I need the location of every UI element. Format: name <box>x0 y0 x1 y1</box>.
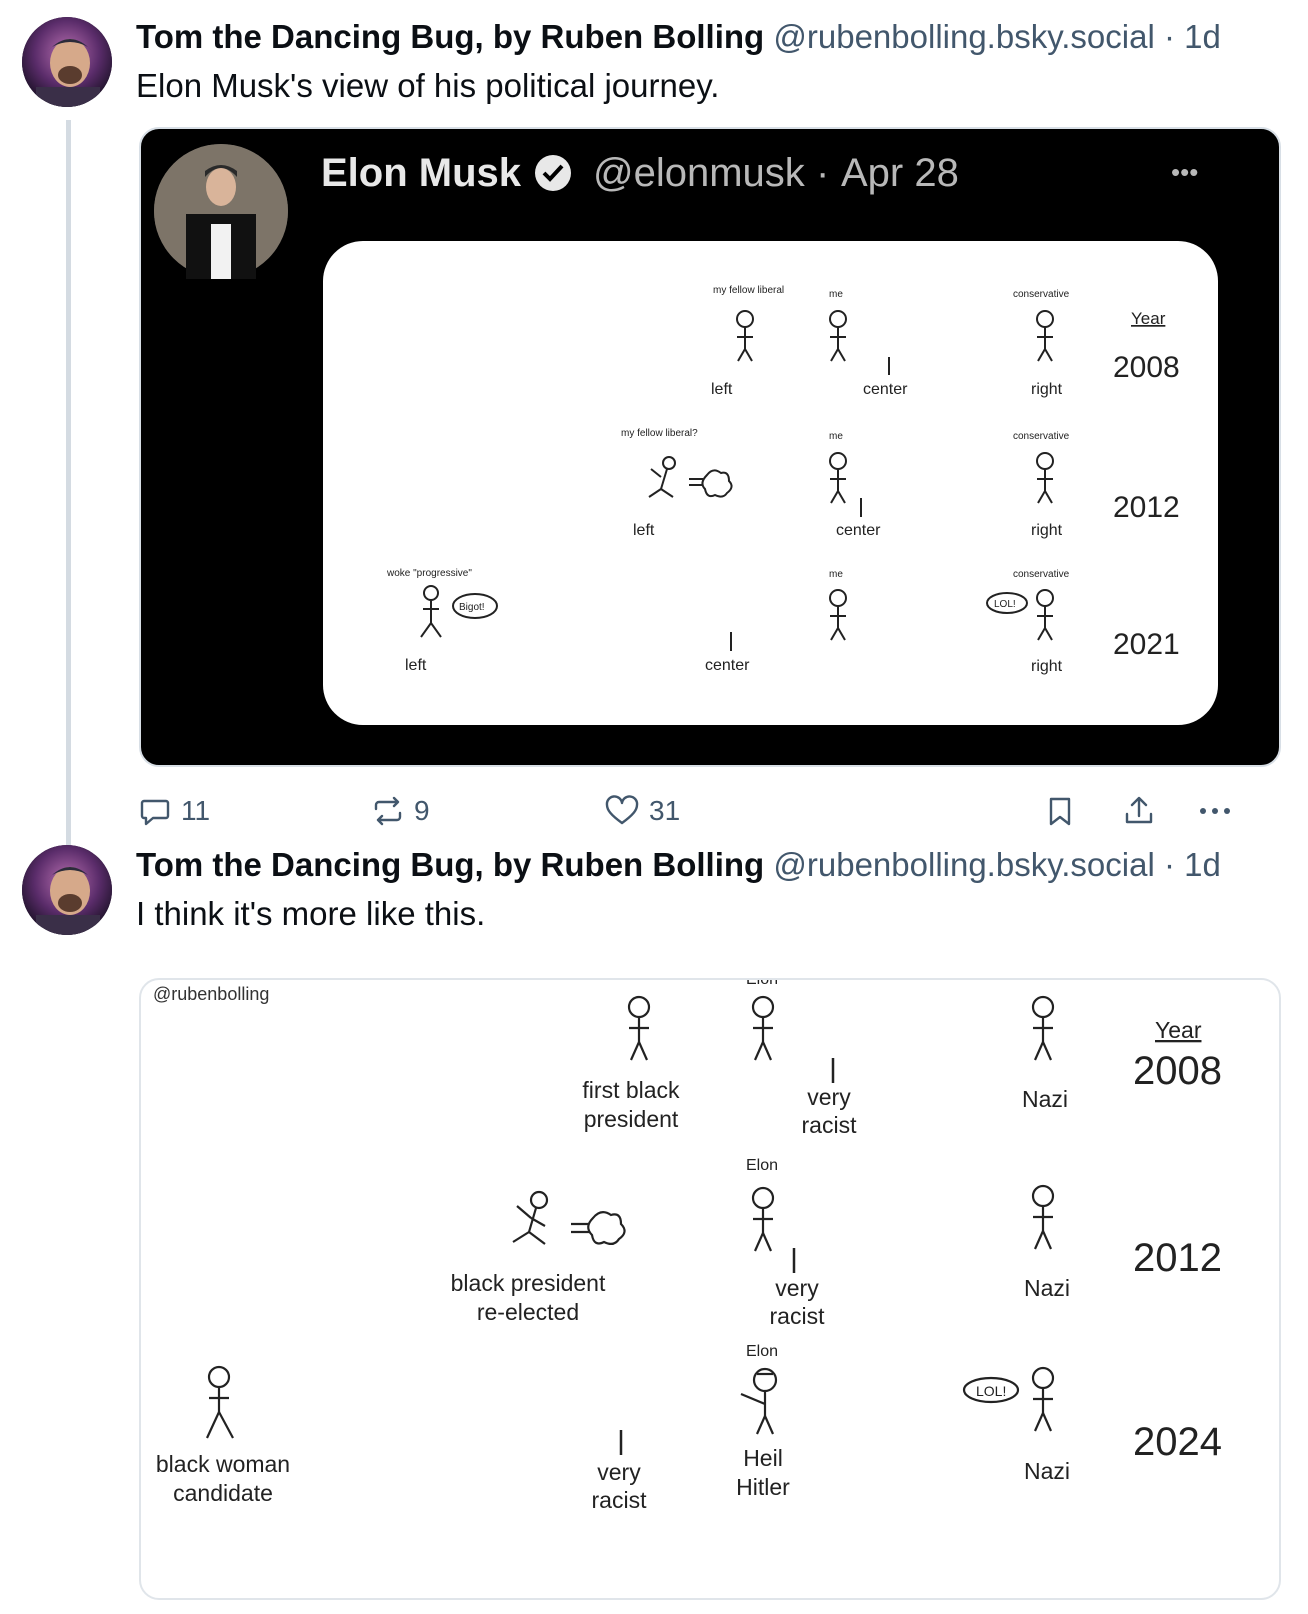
label-elon: Elon <box>746 1157 778 1174</box>
comic-image: @rubenbolling Year Elon first black pres… <box>153 980 1222 1513</box>
label-mid-line2: racist <box>592 1487 648 1513</box>
bubble-right: LOL! <box>994 599 1016 610</box>
avatar-image <box>22 845 112 935</box>
label-mid-line2: racist <box>770 1303 826 1329</box>
like-button[interactable]: 31 <box>605 790 680 832</box>
post-age[interactable]: 1d <box>1184 18 1221 55</box>
post-age[interactable]: 1d <box>1184 846 1221 883</box>
label-mid-line1: very <box>807 1084 851 1110</box>
author-name[interactable]: Tom the Dancing Bug, by Ruben Bolling <box>136 846 764 883</box>
row-2024: Elon LOL! black woman candidate very rac… <box>156 1343 1222 1513</box>
axis-left: left <box>711 381 733 398</box>
label-fig-me: me <box>829 569 843 580</box>
repost-button[interactable]: 9 <box>372 790 430 832</box>
heart-icon <box>605 795 639 825</box>
elon-tweet-screenshot: Elon Musk @elonmusk · Apr 28 ••• Year my… <box>154 144 1218 725</box>
axis-center: center <box>705 657 750 674</box>
repost-icon <box>374 796 402 826</box>
label-elon: Elon <box>746 1343 778 1360</box>
label-elon-line2: Hitler <box>736 1474 790 1500</box>
label-fig-right: conservative <box>1013 569 1070 580</box>
row-2012: Elon black president re-elected very rac… <box>451 1157 1222 1329</box>
year-label: 2024 <box>1133 1420 1222 1464</box>
label-fig-right: conservative <box>1013 289 1070 300</box>
axis-center: center <box>863 381 908 398</box>
row-2008: Elon first black president very racist N… <box>582 980 1222 1138</box>
year-label: 2008 <box>1133 1049 1222 1093</box>
avatar-image <box>22 17 112 107</box>
year-label: 2012 <box>1113 491 1180 524</box>
verified-badge-icon <box>535 155 571 191</box>
axis-center: center <box>836 522 881 539</box>
label-left-line1: black president <box>451 1270 606 1296</box>
label-fig-me: me <box>829 289 843 300</box>
year-label: 2012 <box>1133 1236 1222 1280</box>
post-actions: 11 9 31 <box>139 790 1281 832</box>
reply-icon <box>140 799 170 826</box>
label-left-line1: first black <box>582 1077 680 1103</box>
label-fig-left: my fellow liberal? <box>621 428 698 439</box>
running-figure <box>512 1190 626 1246</box>
post-text: Elon Musk's view of his political journe… <box>136 67 720 104</box>
embed-date: Apr 28 <box>841 151 959 195</box>
separator-dot: · <box>1163 18 1175 55</box>
year-label: 2008 <box>1113 351 1180 384</box>
year-header: Year <box>1155 1017 1202 1043</box>
label-right: Nazi <box>1022 1086 1068 1112</box>
label-left-line2: re-elected <box>477 1299 579 1325</box>
label-mid-line2: racist <box>802 1112 858 1138</box>
label-fig-left: woke "progressive" <box>386 568 472 579</box>
share-icon <box>1125 796 1153 824</box>
post-header: Tom the Dancing Bug, by Ruben Bolling @r… <box>136 846 1221 884</box>
year-header: Year <box>1131 309 1166 328</box>
label-right: Nazi <box>1024 1275 1070 1301</box>
label-mid-line1: very <box>597 1459 641 1485</box>
author-name[interactable]: Tom the Dancing Bug, by Ruben Bolling <box>136 18 764 55</box>
like-count: 31 <box>649 795 681 826</box>
embedded-image-elon-tweet[interactable]: Elon Musk @elonmusk · Apr 28 ••• Year my… <box>139 127 1281 767</box>
post-header: Tom the Dancing Bug, by Ruben Bolling @r… <box>136 18 1221 56</box>
axis-right: right <box>1031 522 1063 539</box>
separator-dot: · <box>1163 846 1175 883</box>
label-fig-left: my fellow liberal <box>713 285 784 296</box>
bookmark-icon <box>1049 797 1071 826</box>
watermark: @rubenbolling <box>153 984 269 1004</box>
embed-more-icon: ••• <box>1171 157 1198 187</box>
share-button[interactable] <box>1122 790 1156 832</box>
label-left-line2: president <box>584 1106 679 1132</box>
meme-panel <box>323 241 1218 725</box>
bubble-right: LOL! <box>976 1383 1006 1399</box>
label-elon-line1: Heil <box>743 1445 783 1471</box>
label-fig-me: me <box>829 431 843 442</box>
reply-button[interactable]: 11 <box>139 790 210 832</box>
label-right: Nazi <box>1024 1458 1070 1484</box>
thread-connector-line <box>66 120 71 860</box>
post-text: I think it's more like this. <box>136 895 486 932</box>
repost-count: 9 <box>414 795 430 826</box>
author-avatar[interactable] <box>22 845 112 935</box>
label-left-line1: black woman <box>156 1451 290 1477</box>
axis-left: left <box>633 522 655 539</box>
label-left-line2: candidate <box>173 1480 273 1506</box>
bubble-left: Bigot! <box>459 602 485 613</box>
author-handle[interactable]: @rubenbolling.bsky.social <box>773 18 1154 55</box>
embed-separator: · <box>816 151 829 195</box>
author-handle[interactable]: @rubenbolling.bsky.social <box>773 846 1154 883</box>
embed-handle: @elonmusk <box>593 151 806 195</box>
axis-right: right <box>1031 381 1063 398</box>
ellipsis-icon <box>1200 808 1230 814</box>
label-elon: Elon <box>746 980 778 988</box>
label-mid-line1: very <box>775 1275 819 1301</box>
embed-author-name: Elon Musk <box>321 151 522 195</box>
year-label: 2021 <box>1113 628 1180 661</box>
bookmark-button[interactable] <box>1045 790 1075 832</box>
axis-right: right <box>1031 658 1063 675</box>
author-avatar[interactable] <box>22 17 112 107</box>
reply-count: 11 <box>181 795 211 826</box>
more-options-button[interactable] <box>1197 790 1233 832</box>
embedded-image-comic[interactable]: @rubenbolling Year Elon first black pres… <box>139 978 1281 1600</box>
label-fig-right: conservative <box>1013 431 1070 442</box>
axis-left: left <box>405 657 427 674</box>
